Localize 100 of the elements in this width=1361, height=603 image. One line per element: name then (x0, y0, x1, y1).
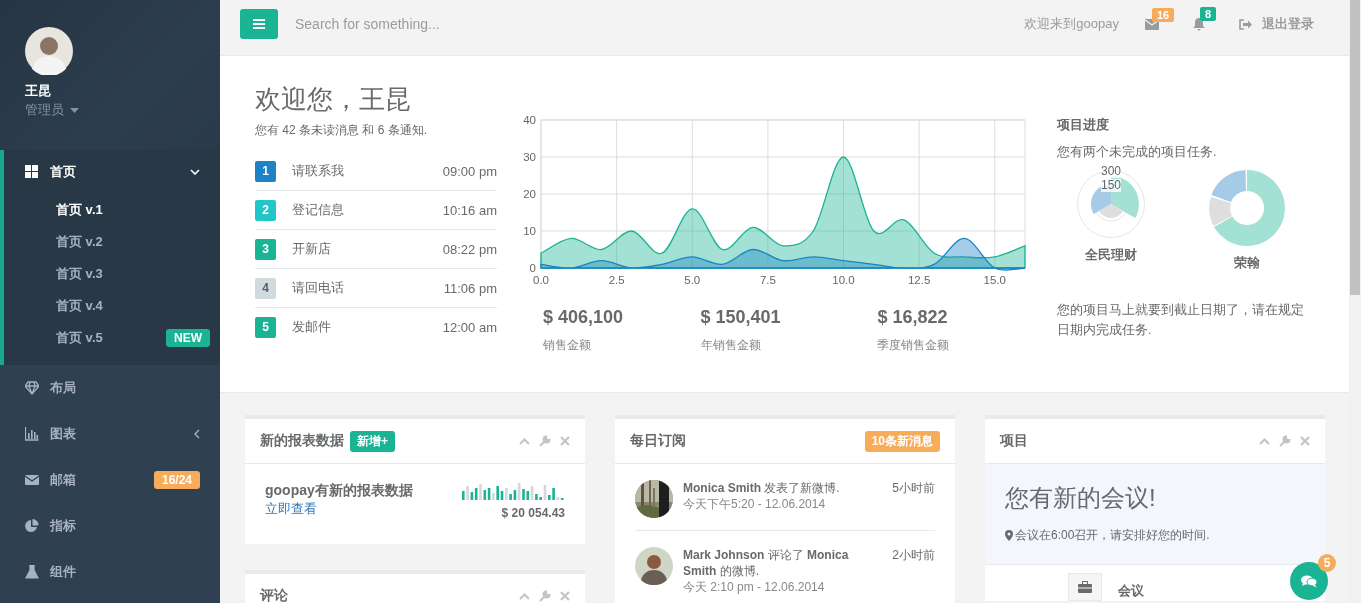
feed-date: 今天 2:10 pm - 12.06.2014 (683, 579, 826, 595)
alert-title: 您有新的会议! (1005, 483, 1156, 513)
number-label: 5 (255, 316, 276, 338)
logout-link[interactable]: 退出登录 (1239, 15, 1314, 33)
count-badge: 8 (1200, 6, 1217, 21)
chevron-up-icon[interactable] (519, 437, 530, 445)
axis-tick-label: 10.0 (832, 274, 855, 286)
axis-tick-label: 15.0 (983, 274, 1006, 286)
feed-text: Monica Smith 发表了新微博. (683, 480, 841, 496)
menu-button[interactable] (240, 9, 278, 39)
chevron-up-icon[interactable] (1259, 437, 1270, 445)
number-label: 3 (255, 238, 276, 260)
submenu-item[interactable]: 首页 v.4 (4, 290, 220, 322)
axis-tick-label: 300 (1101, 165, 1121, 178)
task-time: 10:16 am (442, 202, 497, 218)
feed-text: Mark Johnson 评论了 Monica Smith 的微博. (683, 547, 850, 579)
grid-icon (25, 165, 39, 179)
avatar-icon (635, 547, 673, 585)
stat-value: $ 16,822 (877, 307, 948, 328)
menu-item[interactable]: 组件 (0, 549, 220, 595)
menu-item[interactable]: 图表 (0, 411, 220, 457)
avatar-icon (25, 27, 73, 75)
submenu-item[interactable]: 首页 v.3 (4, 258, 220, 290)
new-badge: NEW (166, 329, 210, 347)
task-label: 开新店 (292, 240, 332, 258)
scrollbar[interactable] (1350, 0, 1360, 295)
menu-item[interactable]: 布局 (0, 365, 220, 411)
stat-value: $ 150,401 (700, 307, 781, 328)
axis-tick-label: 0 (529, 262, 536, 274)
stat-value: $ 406,100 (543, 307, 624, 328)
chevron-up-icon[interactable] (519, 592, 530, 600)
pie-chart-icon (25, 519, 39, 533)
chart-label: 荣翰 (1234, 255, 1260, 272)
view-link[interactable]: 立即查看 (265, 501, 317, 516)
axis-tick-label: 12.5 (907, 274, 931, 286)
task-label: 发邮件 (292, 318, 332, 336)
feed-time: 5小时前 (892, 480, 935, 497)
axis-tick-label: 0.0 (533, 274, 549, 286)
status-label: 新增+ (350, 430, 395, 452)
caret-icon (70, 107, 79, 113)
section-subtitle: 您有两个未完成的项目任务. (1057, 144, 1218, 161)
stat-label: 销售金额 (543, 337, 591, 354)
menu-item[interactable]: 首页 (4, 150, 220, 194)
chart-label: 全民理财 (1085, 247, 1137, 264)
bell-icon[interactable] (1193, 17, 1205, 31)
axis-tick-label: 5.0 (684, 274, 701, 286)
map-marker-icon (1005, 530, 1013, 541)
search-field[interactable]: Search for something... (295, 12, 1025, 36)
role-dropdown[interactable]: 管理员 (25, 101, 79, 119)
count-badge: 16 (1152, 7, 1175, 22)
task-time: 08:22 pm (442, 241, 497, 257)
diamond-icon (25, 381, 39, 395)
sign-out-icon (1239, 18, 1252, 30)
panel-title: 项目 (1000, 432, 1028, 450)
feed-time: 2小时前 (892, 547, 935, 564)
task-time: 12:00 am (442, 319, 497, 335)
number-label: 1 (255, 160, 276, 182)
stat-label: 季度销售金额 (877, 337, 950, 354)
wrench-icon[interactable] (1279, 435, 1291, 447)
flask-icon (25, 565, 39, 579)
menu-item[interactable]: 邮箱 16/24 (0, 457, 220, 503)
wrench-icon[interactable] (539, 590, 551, 602)
alert-text: 会议在6:00召开，请安排好您的时间. (1015, 527, 1210, 544)
number-label: 2 (255, 199, 276, 221)
axis-tick-label: 10 (523, 225, 536, 237)
axis-tick-label: 20 (523, 188, 536, 200)
panel-title: 评论 (260, 587, 288, 603)
stat-label: 年销售金额 (700, 337, 761, 354)
welcome-text: 欢迎来到goopay (1024, 15, 1119, 33)
menu-item[interactable]: 指标 (0, 503, 220, 549)
task-time: 11:06 pm (443, 280, 497, 296)
close-icon[interactable] (560, 591, 570, 601)
report-headline: goopay有新的报表数据 (265, 482, 413, 500)
section-title: 项目进度 (1057, 116, 1110, 134)
number-label: 4 (255, 277, 276, 299)
submenu-item[interactable]: 首页 v.1 (4, 194, 220, 226)
close-icon[interactable] (560, 436, 570, 446)
task-label: 登记信息 (292, 201, 345, 219)
feed-date: 今天下午5:20 - 12.06.2014 (683, 496, 827, 512)
panel-title: 新的报表数据 (260, 432, 344, 450)
task-label: 请联系我 (292, 162, 345, 180)
chat-bubbles-icon (1301, 574, 1317, 588)
axis-tick-label: 30 (523, 151, 536, 163)
user-name: 王昆 (25, 82, 51, 100)
task-time: 09:00 pm (442, 163, 497, 179)
wrench-icon[interactable] (539, 435, 551, 447)
status-label: 10条新消息 (864, 430, 940, 452)
deadline-note: 您的项目马上就要到截止日期了，请在规定日期内完成任务. (1057, 302, 1305, 339)
welcome-heading: 欢迎您，王昆 (255, 83, 411, 116)
axis-tick-label: 150 (1101, 179, 1121, 192)
briefcase-icon (1078, 581, 1092, 593)
axis-tick-label: 40 (523, 114, 536, 126)
bar-chart-icon (25, 427, 39, 441)
submenu-item[interactable]: 首页 v.2 (4, 226, 220, 258)
submenu-item[interactable]: 首页 v.5 NEW (4, 322, 220, 354)
close-icon[interactable] (1300, 436, 1310, 446)
menu-icon (253, 19, 265, 29)
envelope-icon (25, 473, 39, 487)
count-badge: 5 (1318, 554, 1336, 572)
amount-value: $ 20 054.43 (500, 506, 565, 520)
